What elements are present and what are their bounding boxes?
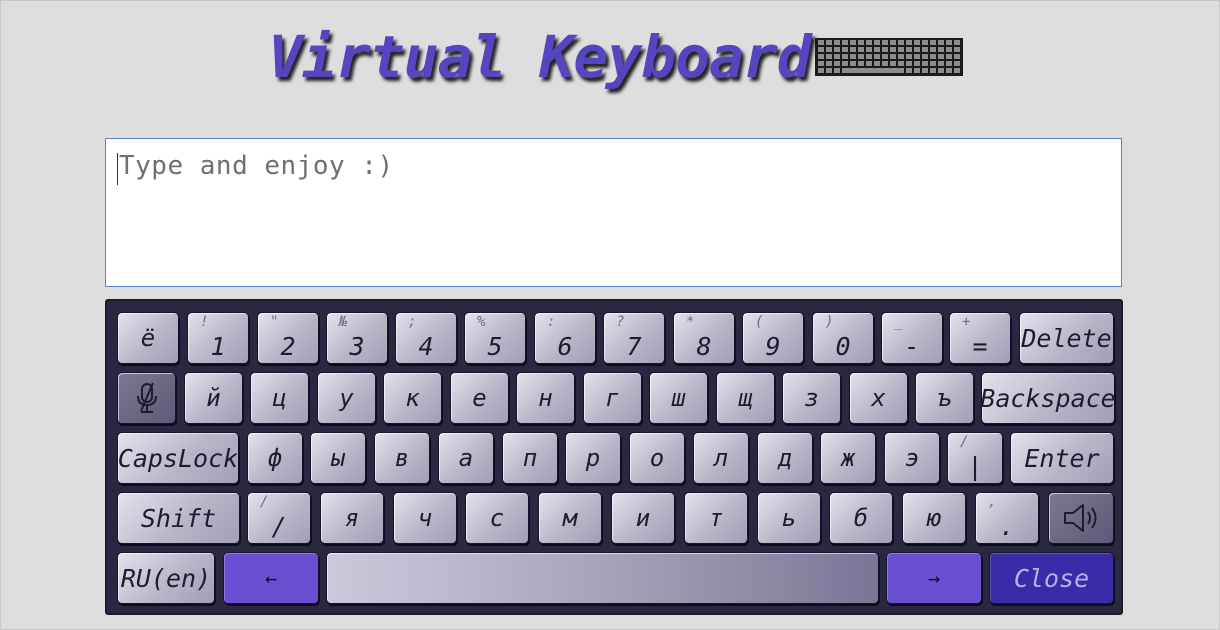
- key-5[interactable]: % 5: [464, 312, 526, 364]
- key-sound[interactable]: [1048, 492, 1114, 544]
- key-3[interactable]: № 3: [326, 312, 388, 364]
- key-y-short[interactable]: й: [184, 372, 243, 424]
- key-y[interactable]: ы: [310, 432, 366, 484]
- key-v[interactable]: в: [374, 432, 430, 484]
- key-yo[interactable]: ё: [117, 312, 179, 364]
- key-ya[interactable]: я: [320, 492, 384, 544]
- key-hard-sign[interactable]: ъ: [915, 372, 974, 424]
- text-input[interactable]: Type and enjoy :): [105, 138, 1122, 287]
- key-capslock[interactable]: CapsLock: [117, 432, 239, 484]
- key-period[interactable]: ,.: [975, 492, 1039, 544]
- virtual-keyboard: ё ! 1 " 2 № 3 ; 4 % 5 :6 ? 7 * 8 (9 ) 0 _ - + = De…: [105, 299, 1123, 615]
- key-delete[interactable]: Delete: [1019, 312, 1114, 364]
- key-7[interactable]: ? 7: [603, 312, 665, 364]
- key-space[interactable]: [326, 552, 879, 604]
- key-k[interactable]: к: [383, 372, 442, 424]
- key-t[interactable]: т: [684, 492, 748, 544]
- text-input-placeholder: Type and enjoy :): [119, 151, 394, 181]
- key-1[interactable]: ! 1: [187, 312, 249, 364]
- key-p[interactable]: п: [502, 432, 558, 484]
- key-9[interactable]: (9: [742, 312, 804, 364]
- text-caret: [117, 153, 118, 185]
- key-equals[interactable]: + =: [949, 312, 1011, 364]
- key-r[interactable]: р: [565, 432, 621, 484]
- key-u[interactable]: у: [317, 372, 376, 424]
- key-backspace[interactable]: Backspace: [980, 372, 1116, 424]
- key-sh[interactable]: ш: [649, 372, 708, 424]
- key-mic[interactable]: [117, 372, 176, 424]
- key-zh[interactable]: ж: [820, 432, 876, 484]
- key-4[interactable]: ; 4: [395, 312, 457, 364]
- speaker-icon: [1064, 504, 1097, 532]
- keyboard-icon: [815, 38, 963, 76]
- key-yu[interactable]: ю: [902, 492, 966, 544]
- key-o[interactable]: о: [629, 432, 685, 484]
- key-ye[interactable]: е: [450, 372, 509, 424]
- key-n[interactable]: н: [516, 372, 575, 424]
- key-0[interactable]: ) 0: [812, 312, 874, 364]
- key-ts[interactable]: ц: [250, 372, 309, 424]
- key-b[interactable]: б: [829, 492, 893, 544]
- key-s[interactable]: с: [465, 492, 529, 544]
- key-a[interactable]: а: [438, 432, 494, 484]
- key-2[interactable]: " 2: [257, 312, 319, 364]
- key-l[interactable]: л: [693, 432, 749, 484]
- key-z[interactable]: з: [782, 372, 841, 424]
- page-title: Virtual Keyboard: [268, 23, 812, 91]
- key-soft-sign[interactable]: ь: [757, 492, 821, 544]
- key-8[interactable]: * 8: [673, 312, 735, 364]
- key-kh[interactable]: х: [849, 372, 908, 424]
- key-backslash[interactable]: / |: [947, 432, 1003, 484]
- key-arrow-left[interactable]: ←: [223, 552, 319, 604]
- key-e[interactable]: э: [884, 432, 940, 484]
- key-ch[interactable]: ч: [393, 492, 457, 544]
- key-f[interactable]: ф: [247, 432, 303, 484]
- key-d[interactable]: д: [757, 432, 813, 484]
- key-minus[interactable]: _ -: [881, 312, 943, 364]
- key-language[interactable]: RU(en): [117, 552, 215, 604]
- key-enter[interactable]: Enter: [1010, 432, 1114, 484]
- key-shift[interactable]: Shift: [117, 492, 240, 544]
- key-slash[interactable]: / /: [247, 492, 311, 544]
- key-shch[interactable]: щ: [716, 372, 775, 424]
- microphone-off-icon: [136, 382, 157, 413]
- key-close[interactable]: Close: [989, 552, 1114, 604]
- key-m[interactable]: м: [538, 492, 602, 544]
- header: Virtual Keyboard: [0, 18, 1220, 98]
- key-6[interactable]: :6: [534, 312, 596, 364]
- key-arrow-right[interactable]: →: [886, 552, 982, 604]
- key-i[interactable]: и: [611, 492, 675, 544]
- key-g[interactable]: г: [583, 372, 642, 424]
